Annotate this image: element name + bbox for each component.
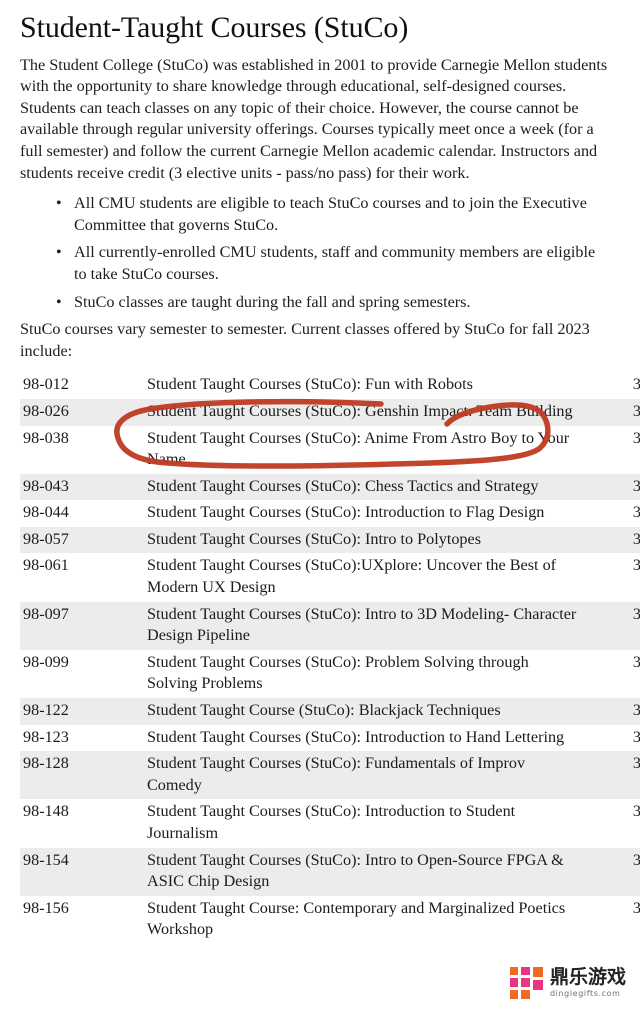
course-number-cell: 98-148	[23, 802, 69, 821]
course-title-cell: Student Taught Course: Contemporary and …	[147, 898, 566, 939]
table-row[interactable]: 98-148 Student Taught Courses (StuCo): In…	[20, 799, 640, 848]
list-item-text: All currently-enrolled CMU students, sta…	[74, 243, 596, 283]
course-number-cell: 98-043	[23, 476, 69, 495]
course-title-cell: Student Taught Course (StuCo): Blackjack…	[147, 701, 501, 720]
course-units-cell: 3	[632, 701, 640, 720]
course-number-cell: 98-123	[23, 727, 69, 746]
intro-paragraph: The Student College (StuCo) was establis…	[20, 55, 608, 182]
course-units-cell: 3	[632, 802, 640, 821]
course-title-cell: Student Taught Courses (StuCo): Intro to…	[147, 850, 564, 891]
course-units-cell: 3	[632, 850, 640, 869]
list-item: • StuCo classes are taught during the fa…	[56, 292, 620, 314]
list-item: • All CMU students are eligible to teach…	[56, 193, 620, 236]
bullet-dot-icon: •	[56, 195, 62, 213]
table-row[interactable]: 98-043 Student Taught Courses (StuCo): Ch…	[20, 473, 640, 501]
course-units-cell: 3	[632, 652, 640, 671]
watermark-brand: 鼎乐游戏	[550, 966, 627, 988]
table-row[interactable]: 98-026 Student Taught Courses (StuCo): Ge…	[20, 398, 640, 426]
course-units-cell: 3	[632, 727, 640, 746]
bullet-dot-icon: •	[56, 293, 62, 311]
table-row[interactable]: 98-061 Student Taught Courses (StuCo):UXp…	[20, 553, 640, 602]
course-title-cell: Student Taught Courses (StuCo): Chess Ta…	[147, 476, 539, 495]
course-number-cell: 98-128	[23, 754, 69, 773]
course-units-cell: 3	[632, 754, 640, 773]
course-units-cell: 3	[632, 375, 640, 394]
course-number-cell: 98-038	[23, 428, 69, 447]
list-item-text: StuCo classes are taught during the fall…	[74, 292, 471, 311]
course-units-cell: 3	[632, 898, 640, 917]
course-units-cell: 3	[632, 604, 640, 623]
watermark: 鼎乐游戏 dinglegifts.com	[510, 960, 638, 1006]
course-title-cell: Student Taught Courses (StuCo): Fun with…	[147, 375, 473, 394]
eligibility-bullet-list: • All CMU students are eligible to teach…	[20, 193, 620, 313]
course-number-cell: 98-099	[23, 652, 69, 671]
course-units-cell: 3	[632, 401, 640, 420]
course-units-cell: 3	[632, 503, 640, 522]
course-number-cell: 98-154	[23, 850, 69, 869]
course-units-cell: 3	[632, 556, 640, 575]
course-units-cell: 3	[632, 428, 640, 447]
page-title: Student-Taught Courses (StuCo)	[20, 11, 409, 44]
course-number-cell: 98-097	[23, 604, 69, 623]
course-title-cell: Student Taught Courses (StuCo):UXplore: …	[147, 556, 557, 597]
course-units-cell: 3	[632, 529, 640, 548]
table-row[interactable]: 98-128 Student Taught Courses (StuCo): Fu…	[20, 751, 640, 800]
table-row[interactable]: 98-122 Student Taught Course (StuCo): Bla…	[20, 698, 640, 725]
table-row[interactable]: 98-057 Student Taught Courses (StuCo): In…	[20, 526, 640, 554]
course-number-cell: 98-044	[23, 503, 69, 522]
course-title-cell: Student Taught Courses (StuCo): Intro to…	[147, 604, 577, 645]
table-row[interactable]: 98-154 Student Taught Courses (StuCo): In…	[20, 847, 640, 896]
course-title-cell: Student Taught Courses (StuCo): Intro to…	[147, 529, 482, 548]
watermark-url: dinglegifts.com	[550, 989, 621, 998]
watermark-text: 鼎乐游戏 dinglegifts.com	[550, 968, 626, 998]
course-number-cell: 98-122	[23, 701, 69, 720]
course-title-cell: Student Taught Courses (StuCo): Introduc…	[147, 727, 565, 746]
course-number-cell: 98-057	[23, 529, 69, 548]
course-title-cell: Student Taught Courses (StuCo): Genshin …	[147, 401, 573, 420]
course-number-cell: 98-012	[23, 375, 69, 394]
course-units-cell: 3	[632, 476, 640, 495]
table-row[interactable]: 98-097 Student Taught Courses (StuCo): In…	[20, 601, 640, 650]
course-title-cell: Student Taught Courses (StuCo): Introduc…	[147, 503, 545, 522]
list-item-text: All CMU students are eligible to teach S…	[74, 194, 587, 234]
course-title-cell: Student Taught Courses (StuCo): Introduc…	[147, 802, 516, 842]
course-title-cell: Student Taught Courses (StuCo): Anime Fr…	[147, 428, 570, 469]
course-listing-table: 98-012 Student Taught Courses (StuCo): Fu…	[20, 372, 640, 944]
course-table-body: 98-012 Student Taught Courses (StuCo): Fu…	[20, 372, 640, 944]
course-title-cell: Student Taught Courses (StuCo): Problem …	[147, 652, 529, 693]
table-row[interactable]: 98-123 Student Taught Courses (StuCo): In…	[20, 724, 640, 752]
course-number-cell: 98-061	[23, 556, 69, 575]
document-page: Student-Taught Courses (StuCo) The Stude…	[0, 0, 640, 1011]
list-item: • All currently-enrolled CMU students, s…	[56, 242, 620, 285]
closing-paragraph: StuCo courses vary semester to semester.…	[20, 320, 590, 360]
watermark-logo-icon	[510, 967, 544, 999]
table-row[interactable]: 98-044 Student Taught Courses (StuCo): In…	[20, 500, 640, 527]
course-title-cell: Student Taught Courses (StuCo): Fundamen…	[147, 754, 526, 794]
table-row[interactable]: 98-012 Student Taught Courses (StuCo): Fu…	[20, 372, 640, 399]
course-number-cell: 98-156	[23, 898, 69, 917]
table-row[interactable]: 98-038 Student Taught Courses (StuCo): An…	[20, 425, 640, 474]
course-number-cell: 98-026	[23, 401, 69, 420]
table-row[interactable]: 98-099 Student Taught Courses (StuCo): Pr…	[20, 649, 640, 699]
table-row[interactable]: 98-156 Student Taught Course: Contemporar…	[20, 895, 640, 944]
bullet-dot-icon: •	[56, 244, 62, 262]
